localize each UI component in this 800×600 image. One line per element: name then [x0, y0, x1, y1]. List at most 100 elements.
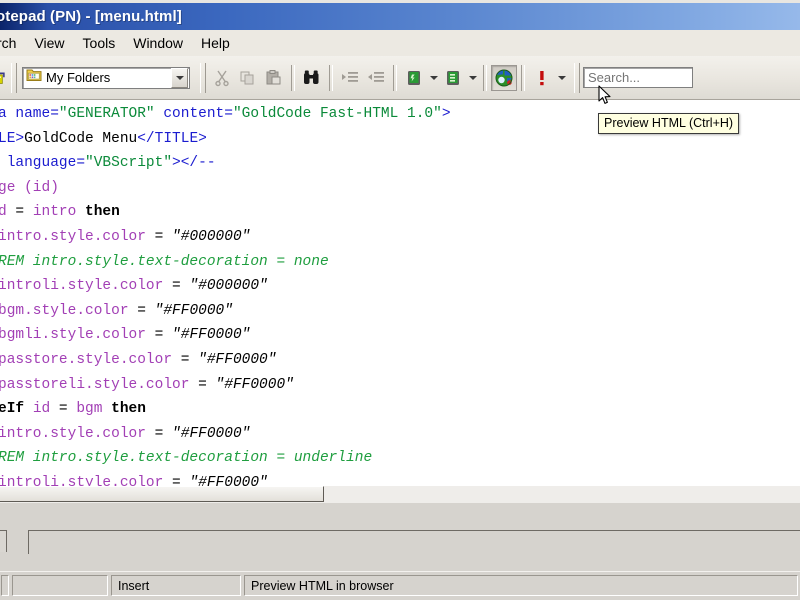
code-token: language=	[0, 155, 86, 172]
status-cell-hint: Preview HTML in browser	[244, 575, 798, 596]
tooltip-preview-html: Preview HTML (Ctrl+H)	[598, 113, 740, 134]
code-token: passtore.style.color	[0, 351, 181, 368]
code-line: eIf id = bgm then	[0, 397, 800, 422]
code-token: passtoreli.style.color	[0, 376, 199, 393]
code-token: intro	[32, 204, 86, 221]
folder-combo[interactable]: My Folders	[22, 66, 190, 89]
code-token: content=	[154, 106, 233, 122]
toolbar-separator-4	[483, 64, 487, 91]
cut-button[interactable]	[209, 65, 235, 91]
title-bar[interactable]: otepad (PN) - [menu.html]	[0, 0, 800, 30]
binoculars-icon	[304, 70, 319, 84]
code-token: bgmli.style.color	[0, 327, 155, 344]
code-token: >	[172, 155, 181, 172]
code-token: "#FF0000"	[154, 302, 233, 319]
code-token: "VBScript"	[85, 155, 173, 172]
find-button[interactable]	[299, 65, 325, 91]
code-token: =	[154, 425, 173, 442]
code-line: intro.style.color = "#000000"	[0, 225, 800, 250]
menu-help[interactable]: Help	[192, 33, 239, 53]
scissors-icon	[215, 70, 229, 86]
toolbar: My Folders	[0, 56, 800, 100]
code-editor[interactable]: a name="GENERATOR" content="GoldCode Fas…	[0, 100, 800, 486]
code-token: id	[32, 401, 59, 418]
toolbar-separator-3	[393, 64, 397, 91]
code-token: REM intro.style.text-decoration = none	[0, 253, 329, 270]
paste-button[interactable]	[261, 65, 287, 91]
code-token: GoldCode Menu	[24, 130, 138, 147]
menu-tools[interactable]: Tools	[74, 33, 125, 53]
menu-bar: rch View Tools Window Help	[0, 30, 800, 56]
copy-button[interactable]	[235, 65, 261, 91]
code-token: bgm.style.color	[0, 302, 138, 319]
document-tab-strip: tml	[0, 503, 800, 571]
code-token: LE>	[0, 130, 25, 147]
new-project-icon[interactable]	[0, 65, 8, 91]
code-line: REM intro.style.text-decoration = underl…	[0, 446, 800, 471]
run-tool-dropdown[interactable]	[555, 65, 568, 91]
toolbar-gripper-3[interactable]	[574, 62, 580, 93]
indent-button[interactable]	[337, 65, 363, 91]
code-token: a name=	[0, 106, 59, 122]
code-token: then	[111, 401, 146, 418]
programmers-notepad-window: otepad (PN) - [menu.html] rch View Tools…	[0, 0, 800, 600]
code-token: =	[137, 302, 155, 319]
code-line: bgmli.style.color = "#FF0000"	[0, 323, 800, 348]
status-cell-position	[12, 575, 108, 596]
status-cell-grip	[1, 575, 9, 596]
code-token: =	[154, 327, 173, 344]
menu-view[interactable]: View	[25, 33, 73, 53]
code-line: introli.style.color = "#000000"	[0, 274, 800, 299]
code-token: "#FF0000"	[172, 425, 251, 442]
code-token: ge (id)	[0, 179, 59, 196]
code-token: =	[198, 376, 216, 393]
code-token: >	[441, 106, 451, 122]
editor-horizontal-scrollbar[interactable]	[0, 486, 800, 503]
code-token: =	[58, 401, 77, 418]
folder-combo-dropdown-button[interactable]	[171, 67, 188, 88]
code-line: language="VBScript"></--	[0, 151, 800, 176]
code-line: d = intro then	[0, 200, 800, 225]
menu-search[interactable]: rch	[0, 33, 25, 53]
code-token: bgm	[76, 401, 112, 418]
code-token: REM intro.style.text-decoration = underl…	[0, 450, 373, 467]
code-token: =	[180, 351, 199, 368]
bookmark-green-icon	[447, 70, 459, 85]
code-line: passtoreli.style.color = "#FF0000"	[0, 373, 800, 398]
bookmark-jump-button[interactable]	[440, 65, 466, 91]
code-token: "#FF0000"	[198, 351, 277, 368]
code-line: intro.style.color = "#FF0000"	[0, 422, 800, 447]
code-token: eIf	[0, 401, 33, 418]
outdent-button[interactable]	[363, 65, 389, 91]
code-line: ge (id)	[0, 176, 800, 201]
bookmark-button[interactable]	[401, 65, 427, 91]
indent-icon	[341, 71, 358, 82]
toolbar-gripper[interactable]	[11, 62, 17, 93]
code-text[interactable]: a name="GENERATOR" content="GoldCode Fas…	[0, 102, 800, 486]
code-token: =	[172, 474, 190, 486]
tab-menu-html[interactable]: tml	[0, 530, 7, 552]
code-line: bgm.style.color = "#FF0000"	[0, 299, 800, 324]
paste-icon	[266, 69, 281, 84]
code-token: =	[172, 278, 190, 295]
toolbar-separator-1	[291, 64, 295, 91]
code-token: =	[154, 228, 173, 245]
code-line: passtore.style.color = "#FF0000"	[0, 348, 800, 373]
search-box[interactable]	[583, 67, 693, 88]
preview-html-button[interactable]	[491, 64, 517, 91]
scrollbar-thumb[interactable]	[0, 486, 324, 502]
code-line: introli.style.color = "#FF0000"	[0, 471, 800, 486]
code-token: intro.style.color	[0, 228, 155, 245]
search-input[interactable]	[584, 70, 692, 85]
bookmark-dropdown[interactable]	[427, 65, 440, 91]
folder-combo-value: My Folders	[46, 70, 111, 85]
code-token: "GENERATOR"	[58, 106, 155, 122]
menu-window[interactable]: Window	[124, 33, 192, 53]
code-token: </TITLE>	[137, 130, 207, 147]
run-tool-button[interactable]	[529, 65, 555, 91]
toolbar-gripper-2[interactable]	[200, 62, 206, 93]
bookmark-jump-dropdown[interactable]	[466, 65, 479, 91]
tab-panel-frame	[28, 530, 800, 554]
bookmark-green-icon	[408, 70, 420, 85]
code-token: intro.style.color	[0, 425, 155, 442]
